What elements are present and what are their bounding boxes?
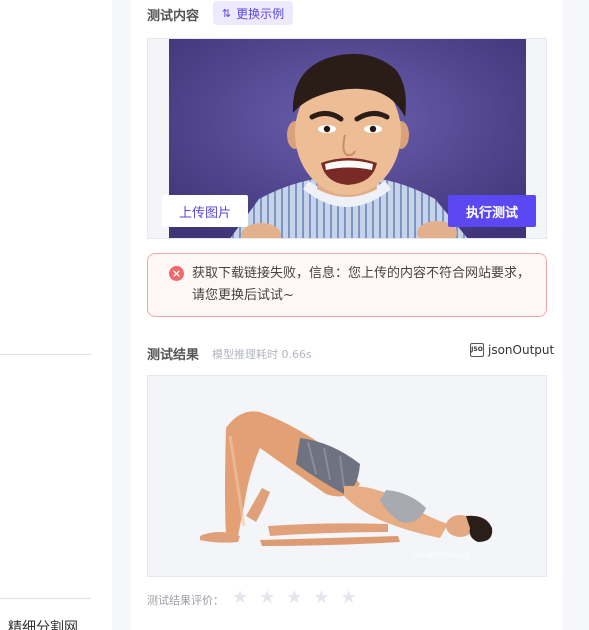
star-icon[interactable]: ★	[341, 588, 357, 608]
error-alert: × 获取下载链接失败，信息：您上传的内容不符合网站要求，请您更换后试试~	[147, 253, 547, 317]
star-icon[interactable]: ★	[232, 588, 248, 608]
error-message: 获取下载链接失败，信息：您上传的内容不符合网站要求，请您更换后试试~	[192, 266, 531, 303]
rating-stars[interactable]: ★ ★ ★ ★ ★	[232, 588, 357, 608]
left-gutter	[112, 0, 131, 630]
test-image-container: 上传图片 执行测试	[147, 38, 547, 239]
json-output-label: jsonOutput	[488, 343, 555, 357]
inference-time: 模型推理耗时 0.66s	[212, 348, 312, 361]
segmented-result-image	[200, 411, 493, 546]
rating-label: 测试结果评价：	[147, 594, 224, 607]
result-image-container: Shutterstock	[147, 375, 547, 577]
run-test-button[interactable]: 执行测试	[448, 195, 536, 227]
test-results-title: 测试结果	[147, 348, 200, 363]
star-icon[interactable]: ★	[286, 588, 302, 608]
sidebar-item-fine-segmentation[interactable]: 精细分割网	[8, 617, 78, 630]
swap-example-button[interactable]: ⇅ 更换示例	[213, 1, 293, 25]
right-gutter	[563, 0, 589, 630]
sidebar-divider	[0, 598, 91, 599]
star-icon[interactable]: ★	[259, 588, 275, 608]
error-circle-icon: ×	[169, 266, 184, 281]
json-output-link[interactable]: JSO jsonOutput	[470, 343, 554, 357]
watermark-text: Shutterstock	[413, 551, 471, 561]
star-icon[interactable]: ★	[313, 588, 329, 608]
upload-image-button[interactable]: 上传图片	[162, 195, 248, 227]
test-content-title: 测试内容	[147, 9, 200, 24]
left-sidebar: 精细分割网	[0, 0, 112, 630]
refresh-icon: ⇅	[221, 6, 232, 20]
app-root: 精细分割网 测试内容 ⇅ 更换示例 上传图片 执行测试 × 获取下载链接失败，信…	[0, 0, 589, 630]
swap-example-label: 更换示例	[236, 6, 285, 21]
sidebar-divider	[0, 354, 91, 355]
json-file-icon: JSO	[470, 343, 484, 357]
